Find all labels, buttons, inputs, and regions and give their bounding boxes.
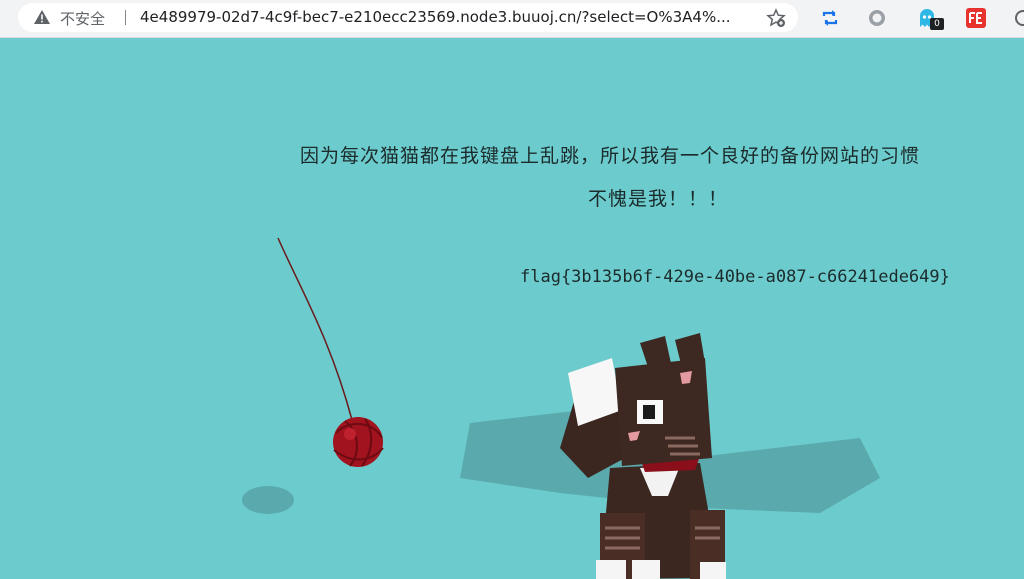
cat-illustration-icon xyxy=(560,333,726,579)
flag-text: flag{3b135b6f-429e-40be-a087-c66241ede64… xyxy=(520,267,950,287)
browser-toolbar: 不安全 4e489979-02d7-4c9f-bec7-e210ecc23569… xyxy=(0,0,1024,38)
more-extension-icon[interactable] xyxy=(1012,7,1024,29)
url-text[interactable]: 4e489979-02d7-4c9f-bec7-e210ecc23569.nod… xyxy=(140,8,750,26)
circle-extension-icon[interactable] xyxy=(866,7,888,29)
yarn-string-icon xyxy=(277,237,353,421)
page-content: 因为每次猫猫都在我键盘上乱跳，所以我有一个良好的备份网站的习惯 不愧是我！！！ … xyxy=(0,38,1024,579)
message-line-2: 不愧是我！！！ xyxy=(588,188,729,210)
warning-icon[interactable] xyxy=(34,10,50,24)
sync-extension-icon[interactable] xyxy=(819,7,841,29)
address-separator xyxy=(125,10,126,25)
fe-extension-icon[interactable] xyxy=(965,7,987,29)
cat-scene xyxy=(242,237,880,579)
yarn-shadow xyxy=(242,486,294,514)
extension-badge-count: 0 xyxy=(930,18,944,30)
address-bar[interactable]: 不安全 4e489979-02d7-4c9f-bec7-e210ecc23569… xyxy=(18,3,798,32)
message-line-1: 因为每次猫猫都在我键盘上乱跳，所以我有一个良好的备份网站的习惯 xyxy=(300,145,921,167)
yarn-ball-icon xyxy=(333,417,384,467)
security-status-label[interactable]: 不安全 xyxy=(60,8,105,29)
bookmark-star-icon[interactable] xyxy=(766,8,786,28)
